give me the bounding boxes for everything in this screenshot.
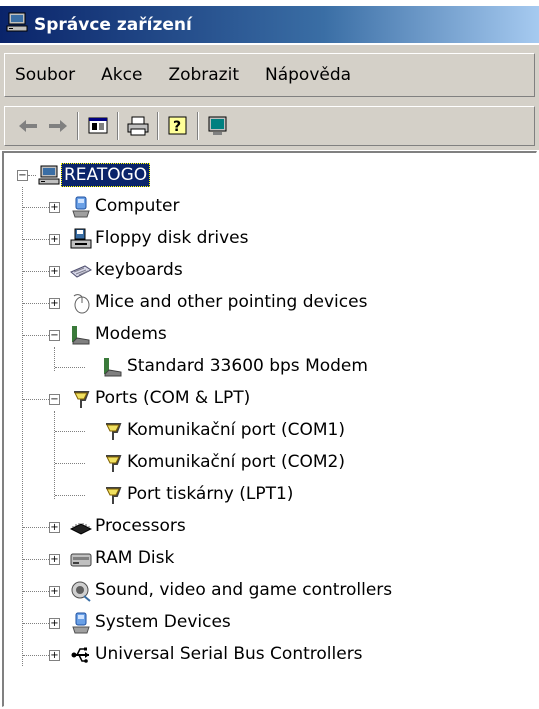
tree-item-lpt1[interactable]: Port tiskárny (LPT1) bbox=[4, 481, 534, 509]
print-button[interactable] bbox=[125, 113, 151, 139]
toolbar: ? bbox=[0, 102, 539, 150]
expand-toggle[interactable]: + bbox=[49, 234, 60, 245]
port-icon bbox=[106, 455, 122, 472]
expand-toggle[interactable]: + bbox=[49, 618, 60, 629]
expand-toggle[interactable]: + bbox=[49, 522, 60, 533]
modem-icon bbox=[72, 326, 90, 345]
tree-item-usb[interactable]: + Universal Serial Bus Controllers bbox=[4, 641, 534, 669]
computer-icon bbox=[38, 165, 60, 185]
tree-item-floppy-disk-drives[interactable]: + Floppy disk drives bbox=[4, 225, 534, 253]
sound-icon bbox=[71, 581, 91, 602]
port-icon bbox=[74, 391, 90, 408]
tree-item-ram-disk[interactable]: + RAM Disk bbox=[4, 545, 534, 573]
tree-item-com1[interactable]: Komunikační port (COM1) bbox=[4, 417, 534, 445]
properties-button[interactable] bbox=[85, 113, 111, 139]
port-icon bbox=[106, 423, 122, 440]
forward-button[interactable] bbox=[45, 113, 71, 139]
tree-item-modem-device[interactable]: Standard 33600 bps Modem bbox=[4, 353, 534, 381]
port-icon bbox=[106, 487, 122, 504]
collapse-toggle[interactable]: − bbox=[17, 170, 28, 181]
expand-toggle[interactable]: + bbox=[49, 554, 60, 565]
title-bar[interactable]: Správce zařízení bbox=[0, 6, 539, 43]
expand-toggle[interactable]: + bbox=[49, 266, 60, 277]
tree-root[interactable]: − REATOGO bbox=[4, 161, 534, 189]
tree-item-modems[interactable]: − Modems bbox=[4, 321, 534, 349]
device-tree[interactable]: − REATOGO + Computer + Floppy disk drive… bbox=[2, 151, 537, 707]
collapse-toggle[interactable]: − bbox=[49, 330, 60, 341]
back-icon bbox=[19, 120, 37, 132]
tree-item-mice[interactable]: + Mice and other pointing devices bbox=[4, 289, 534, 317]
help-button[interactable]: ? bbox=[165, 113, 191, 139]
menu-zobrazit[interactable]: Zobrazit bbox=[155, 65, 252, 85]
forward-icon bbox=[49, 120, 67, 132]
tree-item-sound[interactable]: + Sound, video and game controllers bbox=[4, 577, 534, 605]
back-button[interactable] bbox=[15, 113, 41, 139]
scan-hardware-icon bbox=[208, 116, 227, 135]
tree-item-com2[interactable]: Komunikační port (COM2) bbox=[4, 449, 534, 477]
menu-soubor[interactable]: Soubor bbox=[5, 65, 88, 85]
expand-toggle[interactable]: + bbox=[49, 298, 60, 309]
properties-icon bbox=[88, 117, 108, 134]
device-manager-app-icon bbox=[6, 12, 28, 37]
floppy-drive-icon bbox=[70, 228, 92, 249]
svg-text:?: ? bbox=[173, 119, 181, 135]
menu-bar: Soubor Akce Zobrazit Nápověda bbox=[0, 44, 539, 102]
expand-toggle[interactable]: + bbox=[49, 586, 60, 597]
system-devices-icon bbox=[72, 612, 90, 634]
root-label[interactable]: REATOGO bbox=[61, 163, 151, 187]
modem-icon bbox=[104, 358, 122, 377]
tree-item-computer[interactable]: + Computer bbox=[4, 193, 534, 221]
computer-icon bbox=[72, 196, 90, 218]
tree-item-keyboards[interactable]: + keyboards bbox=[4, 257, 534, 285]
print-icon bbox=[127, 116, 149, 136]
ram-disk-icon bbox=[70, 553, 92, 567]
tree-item-ports[interactable]: − Ports (COM & LPT) bbox=[4, 385, 534, 413]
help-icon: ? bbox=[168, 116, 187, 135]
usb-icon bbox=[71, 647, 89, 663]
mouse-icon bbox=[73, 294, 90, 314]
window-title: Správce zařízení bbox=[34, 14, 192, 35]
tree-item-processors[interactable]: + Processors bbox=[4, 513, 534, 541]
tree-item-system-devices[interactable]: + System Devices bbox=[4, 609, 534, 637]
expand-toggle[interactable]: + bbox=[49, 650, 60, 661]
expand-toggle[interactable]: + bbox=[49, 202, 60, 213]
scan-hardware-button[interactable] bbox=[205, 113, 231, 139]
collapse-toggle[interactable]: − bbox=[49, 394, 60, 405]
processor-icon bbox=[70, 523, 92, 535]
menu-akce[interactable]: Akce bbox=[88, 65, 155, 85]
menu-napoveda[interactable]: Nápověda bbox=[252, 65, 364, 85]
keyboard-icon bbox=[70, 265, 92, 278]
